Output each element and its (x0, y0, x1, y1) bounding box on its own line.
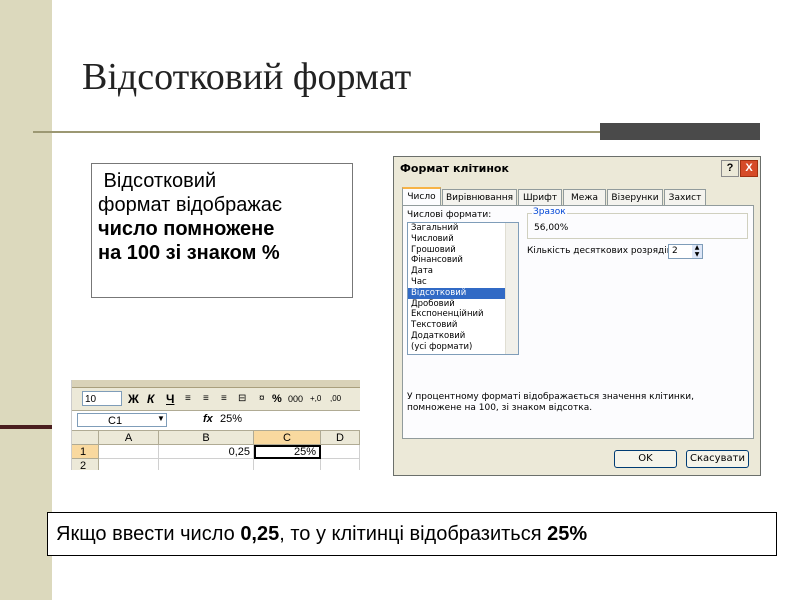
column-header-b[interactable]: B (159, 431, 254, 445)
cell-b2[interactable] (159, 459, 254, 470)
align-left-icon[interactable]: ≡ (185, 392, 191, 406)
format-cells-dialog: Формат клітинок ? X Число Вирівнювання Ш… (393, 156, 761, 476)
bold-button[interactable]: Ж (128, 392, 139, 406)
format-item-scientific[interactable]: Експоненційний (408, 309, 518, 320)
number-tab-panel: Числові формати: Загальний Числовий Грош… (402, 205, 754, 439)
increase-decimal-button[interactable]: +,0 (310, 392, 321, 406)
format-item-accounting[interactable]: Фінансовий (408, 255, 518, 266)
excel-menu-strip (72, 380, 360, 388)
cell-a2[interactable] (99, 459, 159, 470)
format-item-percentage[interactable]: Відсотковий (408, 287, 518, 299)
formats-list[interactable]: Загальний Числовий Грошовий Фінансовий Д… (407, 222, 519, 355)
format-item-time[interactable]: Час (408, 277, 518, 288)
dialog-title: Формат клітинок (394, 157, 760, 180)
formula-bar: C1 ▼ fx 25% (72, 411, 360, 431)
example-text-2: , то у клітинці відобразиться (279, 523, 548, 545)
format-item-custom[interactable]: (усі формати) (408, 342, 518, 353)
title-rule (33, 131, 603, 133)
definition-line-1: Відсотковий (98, 170, 217, 192)
format-item-special[interactable]: Додатковий (408, 331, 518, 342)
decimals-spinner[interactable]: 2 ▲ ▼ (668, 244, 703, 259)
cell-c1[interactable]: 25% (254, 445, 321, 459)
cell-a1[interactable] (99, 445, 159, 459)
excel-toolbar: 10 Ж К Ч ≡ ≡ ≡ ⊟ ¤ % 000 +,0 ,00 (72, 388, 360, 411)
align-center-icon[interactable]: ≡ (203, 392, 209, 406)
definition-line-4: на 100 зі знаком % (98, 242, 280, 264)
select-all-corner[interactable] (72, 431, 99, 445)
example-box: Якщо ввести число 0,25, то у клітинці ві… (47, 512, 777, 556)
cell-d2[interactable] (321, 459, 360, 470)
font-size-select[interactable]: 10 (82, 391, 122, 406)
excel-snippet: 10 Ж К Ч ≡ ≡ ≡ ⊟ ¤ % 000 +,0 ,00 C1 ▼ fx… (71, 380, 360, 470)
tab-protection[interactable]: Захист (664, 189, 706, 205)
format-description: У процентному форматі відображається зна… (407, 392, 694, 413)
sample-group: Зразок 56,00% (527, 207, 748, 239)
tab-patterns[interactable]: Візерунки (607, 189, 663, 205)
definition-line-2: формат відображає (98, 194, 283, 216)
cancel-button[interactable]: Скасувати (686, 450, 749, 468)
formats-label: Числові формати: (407, 210, 492, 220)
name-box[interactable]: C1 (77, 413, 167, 427)
spinner-arrows-icon[interactable]: ▲ ▼ (692, 244, 702, 258)
namebox-dropdown-icon[interactable]: ▼ (157, 414, 165, 423)
formats-scrollbar[interactable] (505, 223, 518, 354)
fx-icon[interactable]: fx (203, 413, 213, 425)
decimals-value[interactable]: 2 (672, 246, 678, 256)
cell-d1[interactable] (321, 445, 360, 459)
cell-c2[interactable] (254, 459, 321, 470)
left-decor-strip (0, 0, 52, 600)
currency-icon[interactable]: ¤ (259, 392, 265, 406)
column-header-c[interactable]: C (254, 431, 321, 445)
thousands-button[interactable]: 000 (288, 392, 303, 406)
column-header-d[interactable]: D (321, 431, 360, 445)
align-right-icon[interactable]: ≡ (221, 392, 227, 406)
format-item-date[interactable]: Дата (408, 266, 518, 277)
tab-number[interactable]: Число (402, 187, 441, 205)
tab-alignment[interactable]: Вирівнювання (442, 189, 517, 205)
definition-box: Відсотковий формат відображає число помн… (91, 163, 353, 298)
close-button[interactable]: X (740, 160, 758, 177)
decrease-decimal-button[interactable]: ,00 (330, 392, 341, 406)
sample-value: 56,00% (534, 223, 569, 233)
example-text-1: Якщо ввести число (56, 523, 241, 545)
example-value: 0,25 (240, 523, 280, 545)
format-item-general[interactable]: Загальний (408, 223, 518, 234)
slide-title: Відсотковий формат (82, 56, 412, 98)
help-button[interactable]: ? (721, 160, 739, 177)
left-decor-mark (0, 425, 52, 429)
cell-b1[interactable]: 0,25 (159, 445, 254, 459)
ok-button[interactable]: OK (614, 450, 677, 468)
sample-label: Зразок (532, 207, 567, 217)
italic-button[interactable]: К (147, 392, 154, 406)
formula-value[interactable]: 25% (220, 413, 242, 425)
definition-line-3: число помножене (98, 218, 275, 240)
format-item-fraction[interactable]: Дробовий (408, 299, 518, 310)
column-header-a[interactable]: A (99, 431, 159, 445)
row-header-2[interactable]: 2 (72, 459, 99, 470)
decimals-label: Кількість десяткових розрядів: (527, 246, 676, 256)
tab-border[interactable]: Межа (563, 189, 606, 205)
format-item-number[interactable]: Числовий (408, 234, 518, 245)
format-item-currency[interactable]: Грошовий (408, 245, 518, 256)
merge-cells-icon[interactable]: ⊟ (238, 392, 246, 406)
percent-button[interactable]: % (272, 392, 282, 406)
tab-font[interactable]: Шрифт (518, 189, 562, 205)
example-result: 25% (547, 523, 588, 545)
row-header-1[interactable]: 1 (72, 445, 99, 459)
underline-button[interactable]: Ч (166, 392, 174, 406)
format-item-text[interactable]: Текстовий (408, 320, 518, 331)
title-rule-block (600, 123, 760, 140)
